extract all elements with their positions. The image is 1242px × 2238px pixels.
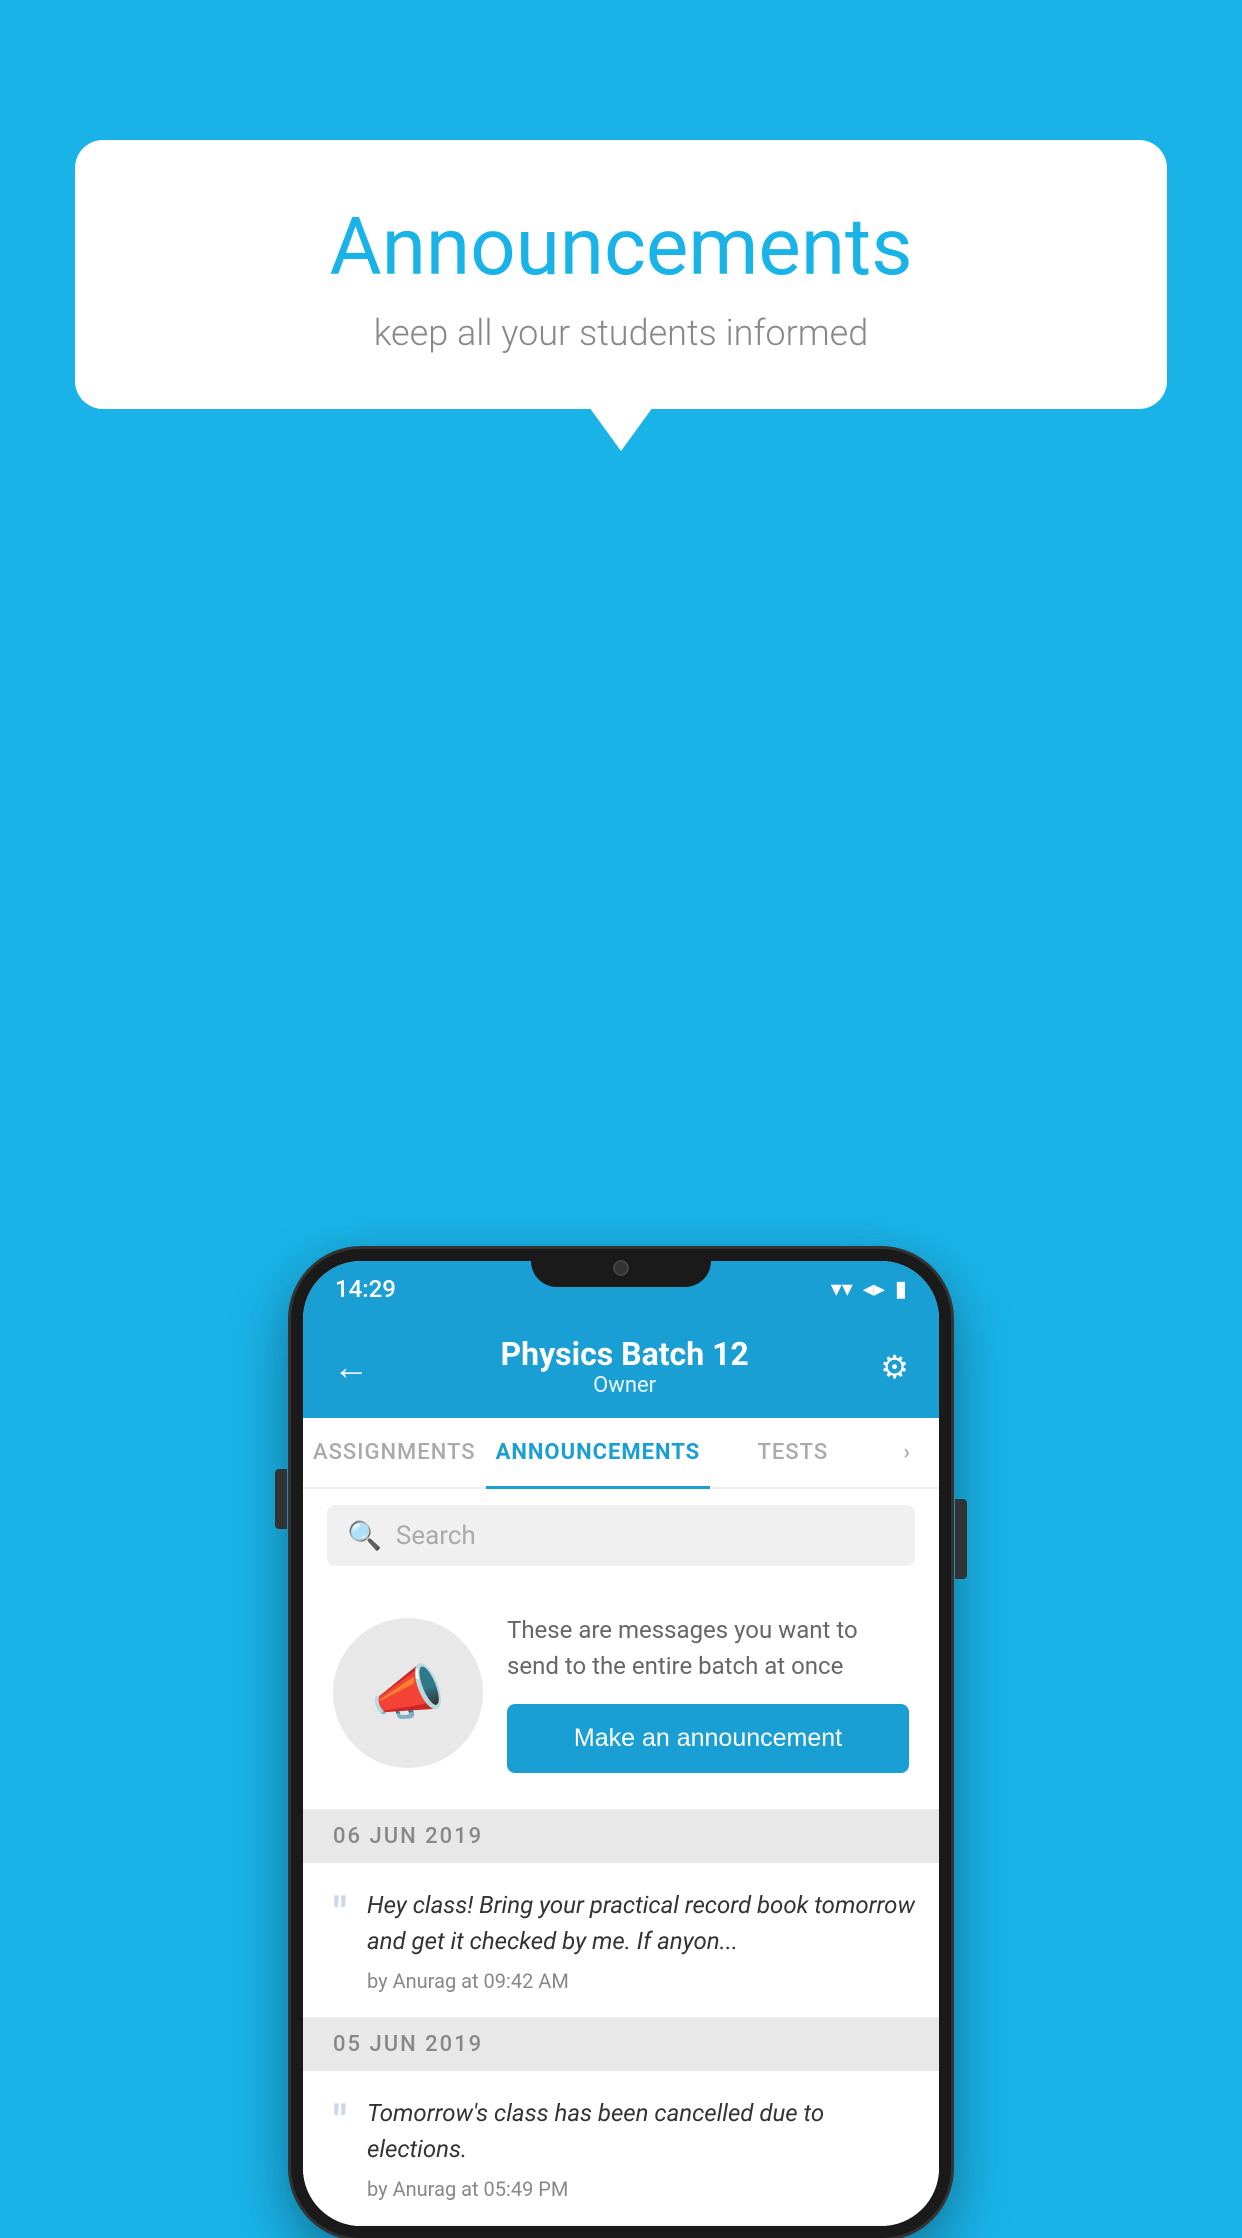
tab-more[interactable]: › xyxy=(875,1418,939,1487)
speech-bubble-title: Announcements xyxy=(145,200,1097,294)
announcement-meta-1: by Anurag at 09:42 AM xyxy=(367,1969,915,1993)
signal-icon: ◂▸ xyxy=(863,1277,885,1302)
megaphone-icon: 📣 xyxy=(371,1657,446,1728)
search-placeholder: Search xyxy=(396,1521,476,1551)
battery-icon: ▮ xyxy=(895,1277,907,1302)
announcement-meta-2: by Anurag at 05:49 PM xyxy=(367,2177,915,2201)
date-divider-1: 06 JUN 2019 xyxy=(303,1810,939,1863)
header-title-area: Physics Batch 12 Owner xyxy=(501,1335,749,1398)
search-icon: 🔍 xyxy=(347,1519,382,1552)
phone-mockup: 14:29 ▾▾ ◂▸ ▮ ← Physics Batch 12 Owner ⚙ xyxy=(291,1249,951,2238)
promo-right: These are messages you want to send to t… xyxy=(507,1612,909,1773)
promo-description: These are messages you want to send to t… xyxy=(507,1612,909,1684)
phone-notch xyxy=(531,1249,711,1287)
batch-title: Physics Batch 12 xyxy=(501,1335,749,1373)
content-area: 🔍 Search 📣 These are messages you want t… xyxy=(303,1489,939,2226)
speech-bubble: Announcements keep all your students inf… xyxy=(75,140,1167,409)
announcement-text-2: Tomorrow's class has been cancelled due … xyxy=(367,2095,915,2167)
quote-icon-1: " xyxy=(333,1891,347,1935)
tabs-container: ASSIGNMENTS ANNOUNCEMENTS TESTS › xyxy=(303,1418,939,1489)
speech-bubble-section: Announcements keep all your students inf… xyxy=(75,140,1167,409)
tab-tests[interactable]: TESTS xyxy=(710,1418,875,1487)
wifi-icon: ▾▾ xyxy=(831,1277,853,1302)
announcement-item-1[interactable]: " Hey class! Bring your practical record… xyxy=(303,1863,939,2018)
owner-label: Owner xyxy=(501,1373,749,1398)
quote-icon-2: " xyxy=(333,2099,347,2143)
tab-announcements[interactable]: ANNOUNCEMENTS xyxy=(486,1418,711,1487)
date-divider-2: 05 JUN 2019 xyxy=(303,2018,939,2071)
app-header: ← Physics Batch 12 Owner ⚙ xyxy=(303,1317,939,1418)
announcement-text-1: Hey class! Bring your practical record b… xyxy=(367,1887,915,1959)
promo-card: 📣 These are messages you want to send to… xyxy=(303,1582,939,1810)
megaphone-circle: 📣 xyxy=(333,1618,483,1768)
front-camera xyxy=(613,1260,629,1276)
phone-screen: 14:29 ▾▾ ◂▸ ▮ ← Physics Batch 12 Owner ⚙ xyxy=(303,1261,939,2226)
tab-assignments[interactable]: ASSIGNMENTS xyxy=(303,1418,486,1487)
announcement-content-2: Tomorrow's class has been cancelled due … xyxy=(367,2095,915,2201)
status-icons: ▾▾ ◂▸ ▮ xyxy=(831,1277,907,1302)
search-bar[interactable]: 🔍 Search xyxy=(327,1505,915,1566)
announcement-content-1: Hey class! Bring your practical record b… xyxy=(367,1887,915,1993)
status-time: 14:29 xyxy=(335,1275,396,1303)
speech-bubble-subtitle: keep all your students informed xyxy=(145,312,1097,354)
settings-icon[interactable]: ⚙ xyxy=(880,1348,909,1386)
make-announcement-button[interactable]: Make an announcement xyxy=(507,1704,909,1773)
phone-outer: 14:29 ▾▾ ◂▸ ▮ ← Physics Batch 12 Owner ⚙ xyxy=(291,1249,951,2238)
search-container: 🔍 Search xyxy=(303,1489,939,1582)
announcement-item-2[interactable]: " Tomorrow's class has been cancelled du… xyxy=(303,2071,939,2226)
back-button[interactable]: ← xyxy=(333,1346,369,1388)
